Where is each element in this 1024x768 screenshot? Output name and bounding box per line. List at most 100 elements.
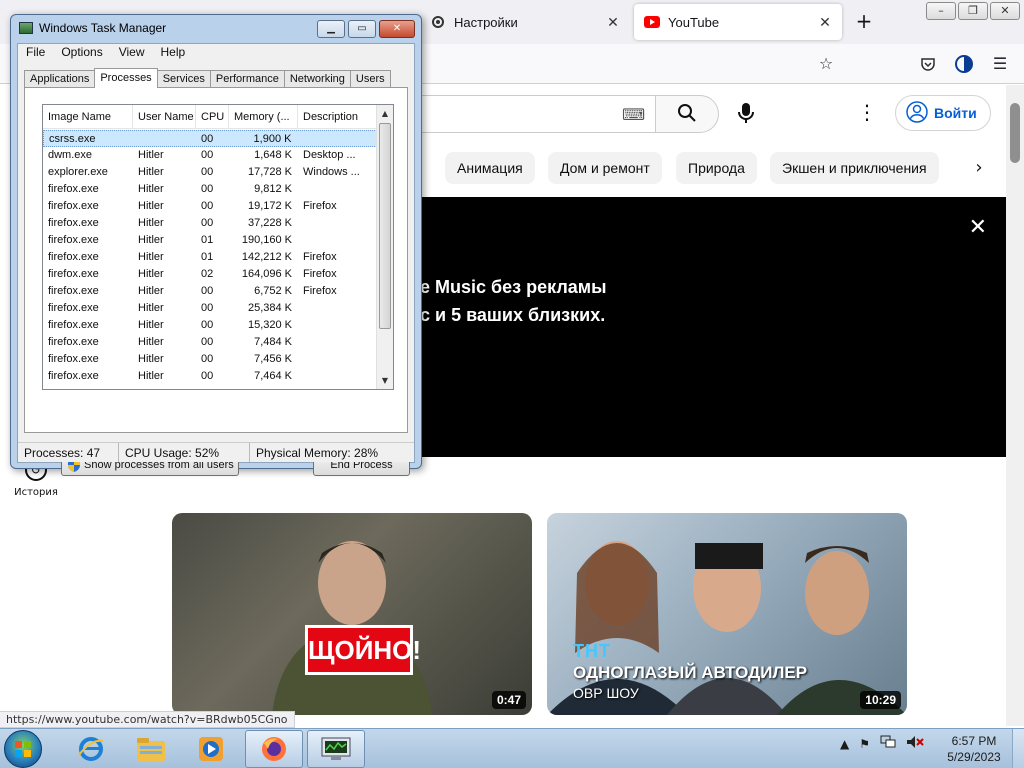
microphone-icon bbox=[738, 102, 754, 127]
table-row[interactable]: firefox.exe Hitler 00 7,464 K bbox=[43, 368, 377, 385]
cell-description: Windows ... bbox=[303, 166, 360, 178]
chevron-right-icon[interactable]: › bbox=[966, 155, 992, 181]
column-user-name[interactable]: User Name bbox=[133, 105, 196, 128]
table-row[interactable]: explorer.exe Hitler 00 17,728 K Windows ... bbox=[43, 164, 377, 181]
clock[interactable]: 6:57 PM 5/29/2023 bbox=[940, 733, 1008, 765]
process-list[interactable]: Image Name User Name CPU Memory (... Des… bbox=[42, 104, 394, 390]
close-window-button[interactable]: ✕ bbox=[990, 2, 1020, 20]
video-thumbnail[interactable]: ЩОЙНО! 0:47 bbox=[172, 513, 532, 715]
table-row[interactable]: firefox.exe Hitler 00 7,456 K bbox=[43, 351, 377, 368]
tab-networking[interactable]: Networking bbox=[283, 70, 351, 88]
search-input[interactable] bbox=[420, 95, 655, 133]
keyboard-icon[interactable]: ⌨ bbox=[622, 105, 645, 124]
cell-cpu: 00 bbox=[201, 183, 214, 195]
table-row[interactable]: dwm.exe Hitler 00 1,648 K Desktop ... bbox=[43, 147, 377, 164]
cell-description: Firefox bbox=[303, 200, 337, 212]
hamburger-menu-icon[interactable]: ☰ bbox=[988, 52, 1012, 76]
statusbar: Processes: 47 CPU Usage: 52% Physical Me… bbox=[18, 442, 414, 462]
close-icon[interactable]: ✕ bbox=[816, 13, 834, 31]
pocket-icon[interactable] bbox=[916, 52, 940, 76]
clock-time: 6:57 PM bbox=[951, 734, 997, 748]
account-icon[interactable] bbox=[952, 52, 976, 76]
column-image-name[interactable]: Image Name bbox=[43, 105, 133, 128]
menu-help[interactable]: Help bbox=[153, 44, 194, 62]
chip-action-adventure[interactable]: Экшен и приключения bbox=[770, 152, 939, 184]
tab-settings[interactable]: Настройки ✕ bbox=[420, 4, 630, 40]
bookmark-star-icon[interactable]: ☆ bbox=[814, 52, 838, 76]
cell-memory: 190,160 K bbox=[241, 234, 292, 246]
microphone-button[interactable] bbox=[732, 98, 760, 130]
chip-home-repair[interactable]: Дом и ремонт bbox=[548, 152, 662, 184]
cell-user-name: Hitler bbox=[138, 166, 164, 178]
task-manager-window: Windows Task Manager ▁ ▭ ✕ File Options … bbox=[10, 14, 422, 476]
table-row[interactable]: firefox.exe Hitler 00 9,812 K bbox=[43, 181, 377, 198]
table-row[interactable]: firefox.exe Hitler 00 15,320 K bbox=[43, 317, 377, 334]
column-cpu[interactable]: CPU bbox=[196, 105, 229, 128]
show-desktop-button[interactable] bbox=[1012, 729, 1024, 768]
chip-animation[interactable]: Анимация bbox=[445, 152, 535, 184]
scroll-up-arrow-icon[interactable]: ▲ bbox=[377, 105, 393, 122]
clock-date: 5/29/2023 bbox=[947, 750, 1001, 764]
chip-nature[interactable]: Природа bbox=[676, 152, 757, 184]
table-row[interactable]: firefox.exe Hitler 00 7,484 K bbox=[43, 334, 377, 351]
search-button[interactable] bbox=[655, 95, 719, 133]
scrollbar-thumb[interactable] bbox=[1010, 103, 1020, 163]
table-row[interactable]: csrss.exe 00 1,900 K bbox=[43, 130, 377, 147]
taskbar-firefox[interactable] bbox=[245, 730, 303, 768]
cell-description bbox=[298, 215, 377, 232]
scrollbar-thumb[interactable] bbox=[379, 123, 391, 329]
cell-cpu: 00 bbox=[201, 285, 214, 297]
close-icon[interactable]: ✕ bbox=[969, 215, 987, 240]
scroll-down-arrow-icon[interactable]: ▼ bbox=[377, 372, 393, 389]
gear-icon bbox=[430, 14, 446, 30]
taskbar-ie[interactable] bbox=[62, 730, 120, 768]
table-row[interactable]: firefox.exe Hitler 00 19,172 K Firefox bbox=[43, 198, 377, 215]
table-row[interactable]: firefox.exe Hitler 01 142,212 K Firefox bbox=[43, 249, 377, 266]
maximize-button[interactable]: ▭ bbox=[348, 20, 376, 38]
menu-options[interactable]: Options bbox=[53, 44, 110, 62]
maximize-button[interactable]: ❐ bbox=[958, 2, 988, 20]
taskbar-task-manager[interactable] bbox=[307, 730, 365, 768]
status-cpu: CPU Usage: 52% bbox=[119, 443, 250, 462]
tab-processes[interactable]: Processes bbox=[94, 68, 158, 88]
action-center-flag-icon[interactable]: ⚑ bbox=[859, 737, 870, 751]
column-description[interactable]: Description bbox=[298, 105, 377, 128]
table-row[interactable]: firefox.exe Hitler 00 37,228 K bbox=[43, 215, 377, 232]
minimize-button[interactable]: ▁ bbox=[317, 20, 345, 38]
signin-button[interactable]: Войти bbox=[895, 95, 991, 131]
tab-youtube[interactable]: YouTube ✕ bbox=[634, 4, 842, 40]
close-window-button[interactable]: ✕ bbox=[379, 20, 415, 38]
cell-memory: 15,320 K bbox=[247, 319, 292, 331]
menu-file[interactable]: File bbox=[18, 44, 53, 62]
column-memory[interactable]: Memory (... bbox=[229, 105, 298, 128]
menu-view[interactable]: View bbox=[111, 44, 153, 62]
cell-memory: 9,812 K bbox=[254, 183, 292, 195]
start-button[interactable] bbox=[4, 730, 42, 768]
list-scrollbar[interactable]: ▲ ▼ bbox=[376, 105, 393, 389]
network-icon[interactable] bbox=[880, 735, 896, 752]
close-icon[interactable]: ✕ bbox=[604, 13, 622, 31]
show-hidden-icons-icon[interactable]: ▲ bbox=[840, 737, 849, 751]
table-row[interactable]: firefox.exe Hitler 01 190,160 K bbox=[43, 232, 377, 249]
taskbar-explorer[interactable] bbox=[122, 730, 180, 768]
table-row[interactable]: firefox.exe Hitler 00 6,752 K Firefox bbox=[43, 283, 377, 300]
table-row[interactable]: firefox.exe Hitler 02 164,096 K Firefox bbox=[43, 266, 377, 283]
tab-applications[interactable]: Applications bbox=[24, 70, 96, 88]
tab-users[interactable]: Users bbox=[349, 70, 391, 88]
table-row[interactable]: firefox.exe Hitler 00 25,384 K bbox=[43, 300, 377, 317]
tab-performance[interactable]: Performance bbox=[209, 70, 285, 88]
taskbar-media-player[interactable] bbox=[182, 730, 240, 768]
process-rows: csrss.exe 00 1,900 K dwm.exe Hitler 00 1,648 K… bbox=[43, 130, 377, 385]
cell-image-name: firefox.exe bbox=[48, 319, 99, 331]
new-tab-button[interactable]: + bbox=[852, 10, 876, 34]
firefox-icon bbox=[262, 737, 286, 761]
page-scrollbar[interactable] bbox=[1006, 85, 1024, 726]
windows-logo-icon bbox=[15, 741, 31, 757]
video-thumbnail[interactable]: ТНТ ОДНОГЛАЗЫЙ АВТОДИЛЕР ОВР ШОУ 10:29 bbox=[547, 513, 907, 715]
more-options-icon[interactable]: ⋮ bbox=[855, 100, 879, 128]
minimize-button[interactable]: – bbox=[926, 2, 956, 20]
cell-description bbox=[298, 300, 377, 317]
tab-services[interactable]: Services bbox=[156, 70, 211, 88]
volume-muted-icon[interactable] bbox=[906, 735, 924, 752]
window-title: Windows Task Manager bbox=[19, 21, 166, 35]
